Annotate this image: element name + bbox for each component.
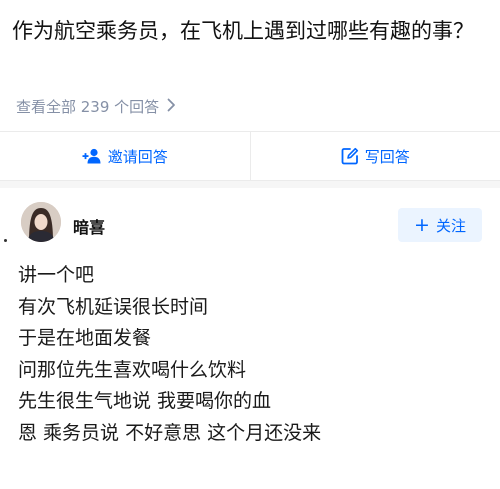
answer-line: 有次飞机延误很长时间 xyxy=(18,295,209,318)
follow-button[interactable]: + 关注 xyxy=(398,208,482,242)
edit-icon xyxy=(341,147,358,165)
invite-answer-label: 邀请回答 xyxy=(107,147,168,166)
view-all-answers-label: 查看全部 239 个回答 xyxy=(16,98,160,116)
author-name[interactable]: 暗喜 xyxy=(73,214,105,238)
answer-line: 先生很生气地说 我要喝你的血 xyxy=(18,390,272,412)
answer-line: 于是在地面发餐 xyxy=(18,327,152,349)
add-user-icon xyxy=(82,148,101,164)
invite-answer-button[interactable]: 邀请回答 xyxy=(0,132,250,180)
plus-icon: + xyxy=(414,213,430,236)
avatar[interactable] xyxy=(21,202,61,242)
follow-label: 关注 xyxy=(435,216,466,235)
section-gap xyxy=(0,181,500,188)
answer-content: 讲一个吧 有次飞机延误很长时间 于是在地面发餐 问那位先生喜欢喝什么饮料 先生很… xyxy=(18,260,321,449)
chevron-right-icon xyxy=(167,97,176,117)
answer-line: 恩 乘务员说 不好意思 这个月还没来 xyxy=(18,421,322,444)
view-all-answers-link[interactable]: 查看全部 239 个回答 xyxy=(16,96,176,117)
question-title: 作为航空乘务员，在飞机上遇到过哪些有趣的事？ xyxy=(12,19,474,43)
write-answer-button[interactable]: 写回答 xyxy=(251,132,500,180)
write-answer-label: 写回答 xyxy=(364,147,410,166)
dot-mark xyxy=(4,239,7,242)
question-actions-bar: 邀请回答 写回答 xyxy=(0,131,500,181)
answer-line: 问那位先生喜欢喝什么饮料 xyxy=(18,358,247,381)
answer-line: 讲一个吧 xyxy=(18,264,95,286)
